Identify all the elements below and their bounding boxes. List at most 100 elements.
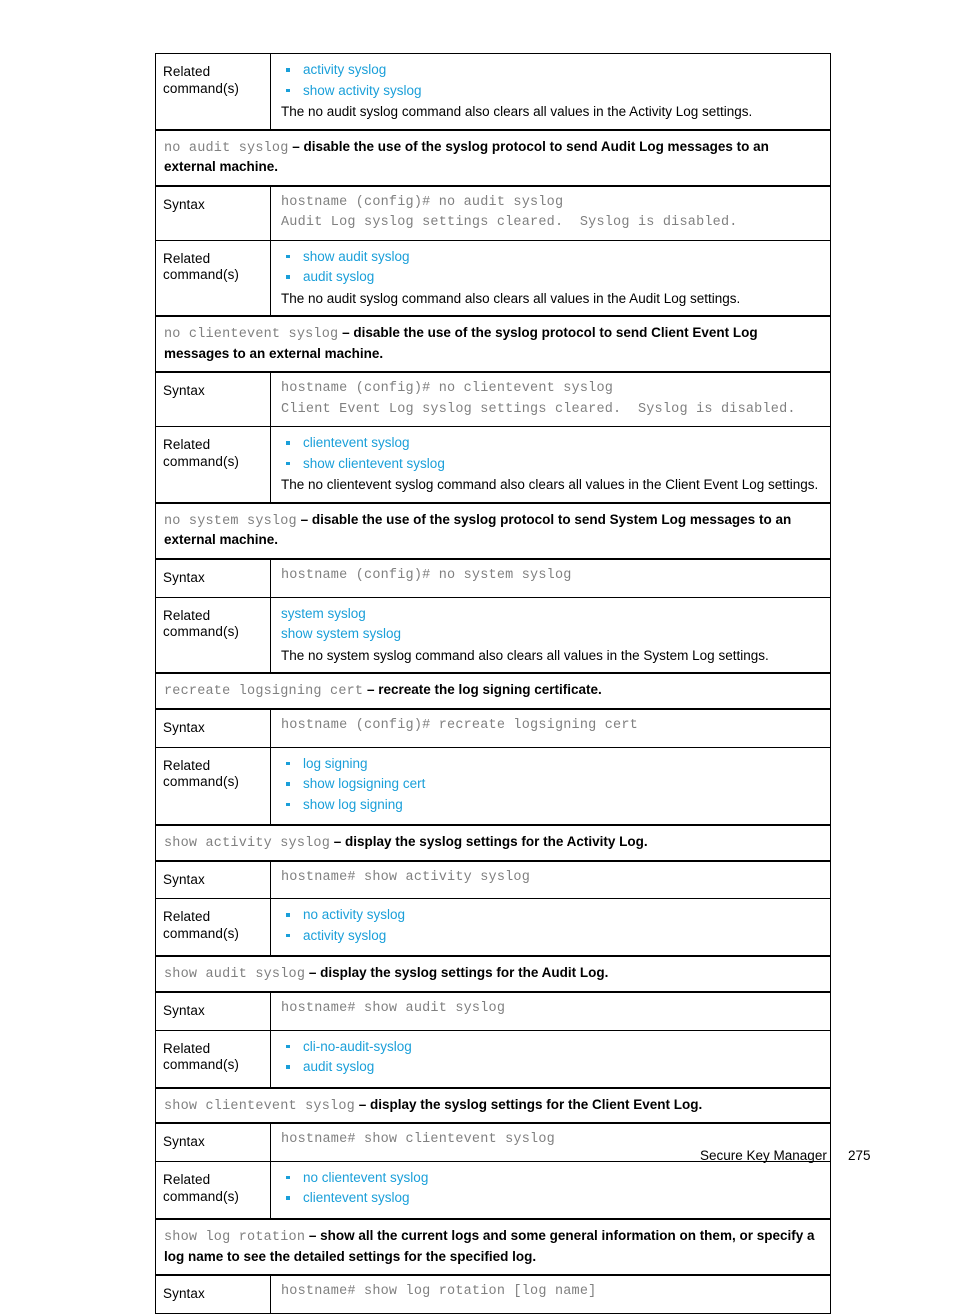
label-syntax: Syntax: [163, 569, 205, 585]
row-body-related-commands: clientevent syslog show clientevent sysl…: [270, 426, 831, 504]
related-command-list: clientevent syslog show clientevent sysl…: [281, 434, 822, 475]
row-label-syntax: Syntax: [155, 991, 271, 1031]
related-command-list: no clientevent syslog clientevent syslog: [281, 1169, 822, 1210]
table-row: Related command(s) show audit syslog aud…: [155, 239, 831, 317]
row-body-related-commands: log signing show logsigning cert show lo…: [270, 746, 831, 826]
list-item[interactable]: log signing: [281, 755, 822, 776]
table-row: Related command(s) no activity syslog ac…: [155, 898, 831, 957]
list-item[interactable]: audit syslog: [281, 268, 822, 289]
list-item[interactable]: system syslog: [281, 605, 822, 626]
command-reference-table: Related command(s) activity syslog show …: [155, 52, 831, 1314]
syntax-line: hostname (config)# recreate logsigning c…: [281, 717, 638, 733]
list-item[interactable]: activity syslog: [281, 927, 822, 948]
list-item[interactable]: clientevent syslog: [281, 434, 822, 455]
row-body-related-commands: no activity syslog activity syslog: [270, 898, 831, 957]
link-no-clientevent-syslog[interactable]: no clientevent syslog: [303, 1170, 428, 1185]
related-command-list: cli-no-audit-syslog audit syslog: [281, 1038, 822, 1079]
command-name: show activity syslog: [164, 836, 331, 852]
related-command-list: log signing show logsigning cert show lo…: [281, 755, 822, 817]
table-row: Syntax hostname (config)# no clientevent…: [155, 371, 831, 428]
row-label-syntax: Syntax: [155, 708, 271, 748]
list-item[interactable]: activity syslog: [281, 61, 822, 82]
list-item[interactable]: show log signing: [281, 796, 822, 817]
row-body-syntax: hostname (config)# no audit syslog Audit…: [270, 185, 831, 241]
table-row: show audit syslog – display the syslog s…: [155, 955, 831, 993]
table-row: show activity syslog – display the syslo…: [155, 824, 831, 862]
row-body-syntax: hostname# show audit syslog: [270, 991, 831, 1031]
syntax-line: hostname# show clientevent syslog: [281, 1132, 555, 1148]
related-command-list: show audit syslog audit syslog: [281, 248, 822, 289]
row-label-related: Related command(s): [155, 239, 271, 317]
footer-document-title: Secure Key Manager: [700, 1148, 827, 1163]
label-related-line1: Related: [163, 1040, 211, 1056]
link-no-activity-syslog[interactable]: no activity syslog: [303, 907, 405, 922]
label-related-line1: Related: [163, 607, 211, 623]
label-related-line2: command(s): [163, 1057, 240, 1073]
command-desc: – display the syslog settings for the Cl…: [354, 1096, 703, 1112]
label-related-line1: Related: [163, 250, 211, 266]
page-footer: Secure Key Manager 275: [0, 1148, 954, 1172]
link-activity-syslog[interactable]: activity syslog: [303, 928, 386, 943]
table-row: no audit syslog – disable the use of the…: [155, 128, 831, 187]
syntax-line: Audit Log syslog settings cleared. Syslo…: [281, 215, 738, 231]
related-command-list: no activity syslog activity syslog: [281, 906, 822, 947]
label-related-line2: command(s): [163, 1188, 240, 1204]
list-item[interactable]: show system syslog: [281, 625, 822, 646]
link-show-activity-syslog[interactable]: show activity syslog: [303, 83, 422, 98]
table-row: Syntax hostname# show log rotation [log …: [155, 1274, 831, 1314]
list-item[interactable]: show clientevent syslog: [281, 455, 822, 476]
syntax-line: hostname (config)# no audit syslog: [281, 194, 564, 210]
link-show-clientevent-syslog[interactable]: show clientevent syslog: [303, 456, 445, 471]
related-command-list: system syslog show system syslog: [281, 605, 822, 646]
syntax-line: Client Event Log syslog settings cleared…: [281, 401, 796, 417]
label-syntax: Syntax: [163, 196, 205, 212]
link-system-syslog[interactable]: system syslog: [281, 606, 366, 621]
command-desc: – recreate the log signing certificate.: [363, 682, 602, 698]
table-row: Syntax hostname# show activity syslog: [155, 860, 831, 900]
row-label-related: Related command(s): [155, 898, 271, 957]
document-page: Related command(s) activity syslog show …: [0, 0, 954, 1314]
link-activity-syslog[interactable]: activity syslog: [303, 62, 386, 77]
command-name: recreate logsigning cert: [164, 684, 364, 700]
link-audit-syslog[interactable]: audit syslog: [303, 269, 374, 284]
row-label-related: Related command(s): [155, 596, 271, 674]
table-row: Syntax hostname (config)# no audit syslo…: [155, 185, 831, 241]
link-audit-syslog[interactable]: audit syslog: [303, 1059, 374, 1074]
table-row: Related command(s) clientevent syslog sh…: [155, 426, 831, 504]
list-item[interactable]: show activity syslog: [281, 82, 822, 103]
command-name: show clientevent syslog: [164, 1098, 355, 1114]
link-show-system-syslog[interactable]: show system syslog: [281, 626, 401, 641]
link-show-audit-syslog[interactable]: show audit syslog: [303, 249, 410, 264]
related-note: The no clientevent syslog command also c…: [281, 477, 819, 493]
label-related-line2: command(s): [163, 774, 240, 790]
label-related-line1: Related: [163, 64, 211, 79]
command-desc: – display the syslog settings for the Au…: [305, 965, 609, 981]
row-body-syntax: hostname (config)# recreate logsigning c…: [270, 708, 831, 748]
list-item[interactable]: show logsigning cert: [281, 775, 822, 796]
table-row: show clientevent syslog – display the sy…: [155, 1086, 831, 1125]
table-row: Syntax hostname# show audit syslog: [155, 991, 831, 1031]
list-item[interactable]: clientevent syslog: [281, 1189, 822, 1210]
label-syntax: Syntax: [163, 719, 205, 735]
link-clientevent-syslog[interactable]: clientevent syslog: [303, 435, 410, 450]
list-item[interactable]: no clientevent syslog: [281, 1169, 822, 1190]
syntax-line: hostname# show log rotation [log name]: [281, 1283, 597, 1299]
row-label-related: Related command(s): [155, 426, 271, 504]
command-description-no-audit-syslog: no audit syslog – disable the use of the…: [155, 128, 831, 187]
label-syntax: Syntax: [163, 383, 205, 399]
link-clientevent-syslog[interactable]: clientevent syslog: [303, 1190, 410, 1205]
link-log-signing[interactable]: log signing: [303, 756, 368, 771]
link-show-logsigning-cert[interactable]: show logsigning cert: [303, 776, 425, 791]
table-row: Syntax hostname (config)# recreate logsi…: [155, 708, 831, 748]
link-show-log-signing[interactable]: show log signing: [303, 797, 403, 812]
label-related-line1: Related: [163, 437, 211, 453]
link-cli-no-audit-syslog[interactable]: cli-no-audit-syslog: [303, 1039, 412, 1054]
list-item[interactable]: no activity syslog: [281, 906, 822, 927]
row-label-syntax: Syntax: [155, 371, 271, 428]
label-related-line1: Related: [163, 1171, 211, 1187]
list-item[interactable]: show audit syslog: [281, 248, 822, 269]
list-item[interactable]: cli-no-audit-syslog: [281, 1038, 822, 1059]
row-body-syntax: hostname# show activity syslog: [270, 860, 831, 900]
command-name: show log rotation: [164, 1230, 306, 1246]
list-item[interactable]: audit syslog: [281, 1058, 822, 1079]
